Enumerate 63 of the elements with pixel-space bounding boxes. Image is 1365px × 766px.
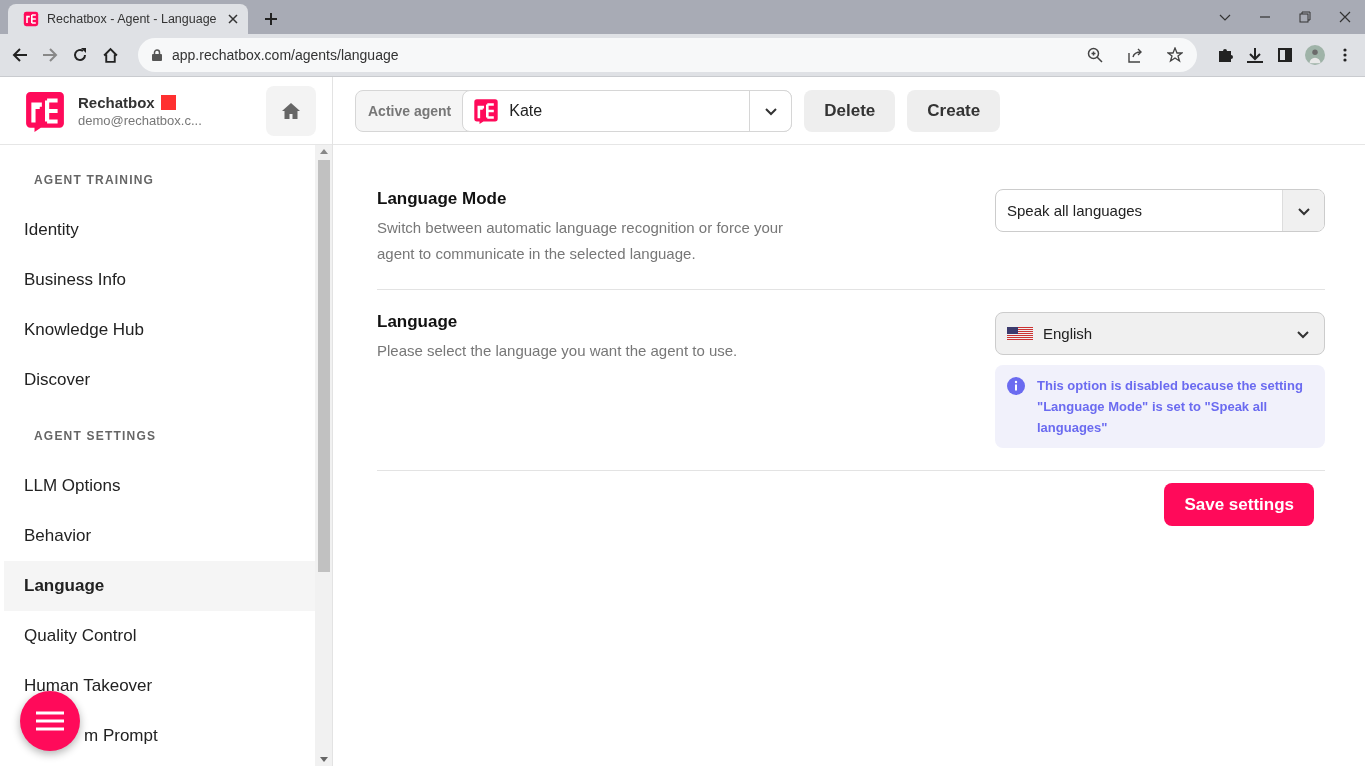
- tab-title: Rechatbox - Agent - Language: [47, 12, 218, 26]
- sidebar-item[interactable]: Behavior: [4, 511, 315, 561]
- download-icon[interactable]: [1247, 47, 1263, 63]
- avatar-icon[interactable]: [1305, 44, 1325, 66]
- logo-icon: [23, 11, 39, 27]
- setting-description: Switch between automatic language recognition or force your agent to communicate in the selected language.: [377, 218, 785, 264]
- info-icon: [1007, 377, 1025, 395]
- sidebar-item[interactable]: Knowledge Hub: [4, 305, 315, 355]
- save-button[interactable]: Save settings: [1164, 483, 1314, 526]
- sidebar-item[interactable]: Human Takeover: [4, 661, 315, 711]
- scrollbar-thumb[interactable]: [317, 160, 330, 572]
- menu-icon: [36, 711, 64, 731]
- active-agent-label: Active agent: [367, 101, 453, 121]
- scrollbar[interactable]: [315, 145, 332, 766]
- close-icon[interactable]: [228, 14, 238, 24]
- brand-name: Rechatbox: [78, 93, 155, 111]
- notice-text: This option is disabled because the setting "Language Mode" is set to "Speak all languages": [1037, 377, 1304, 437]
- star-icon[interactable]: [1167, 47, 1183, 63]
- account-email: demo@rechatbox.c...: [78, 112, 203, 128]
- back-icon[interactable]: [12, 47, 28, 63]
- agent-action-button[interactable]: Delete: [804, 89, 896, 132]
- select-value: English: [1043, 325, 1094, 342]
- close-icon[interactable]: [1339, 11, 1351, 23]
- lock-icon: [152, 49, 162, 61]
- address-bar[interactable]: app.rechatbox.com/agents/language: [138, 38, 1197, 72]
- setting-select[interactable]: Speak all languages: [995, 189, 1325, 232]
- setting-description: Please select the language you want the agent to use.: [377, 341, 739, 361]
- sidebar-item[interactable]: Quality Control: [4, 611, 315, 661]
- new-tab-icon[interactable]: [264, 12, 278, 26]
- home-icon: [282, 102, 300, 119]
- logo-icon: [473, 97, 500, 124]
- restore-icon[interactable]: [1299, 11, 1311, 23]
- scroll-down-icon[interactable]: [319, 757, 328, 762]
- side-panel-icon[interactable]: [1278, 48, 1292, 62]
- setting-title: Language Mode: [377, 189, 508, 209]
- status-square-icon: [160, 94, 176, 110]
- sidebar-item[interactable]: Identity: [4, 205, 315, 255]
- sidebar-item[interactable]: m Prompt: [4, 711, 315, 761]
- sidebar-item[interactable]: Business Info: [4, 255, 315, 305]
- section-heading: AGENT SETTINGS: [33, 428, 158, 445]
- menu-button[interactable]: [20, 691, 80, 751]
- logo-icon: [24, 89, 66, 132]
- sidebar-item[interactable]: LLM Options: [4, 461, 315, 511]
- sidebar-item[interactable]: Discover: [4, 355, 315, 405]
- select-value: Speak all languages: [1007, 202, 1144, 219]
- agent-select[interactable]: Active agent Kate: [355, 89, 793, 132]
- scroll-up-icon[interactable]: [319, 149, 328, 154]
- url-text: app.rechatbox.com/agents/language: [172, 47, 400, 63]
- home-button[interactable]: [266, 85, 316, 136]
- agent-action-button[interactable]: Create: [907, 89, 1001, 132]
- home-icon[interactable]: [101, 46, 119, 64]
- menu-icon[interactable]: [1343, 47, 1347, 63]
- section-heading: AGENT TRAINING: [33, 172, 156, 189]
- puzzle-icon[interactable]: [1217, 47, 1233, 63]
- browser-tab[interactable]: Rechatbox - Agent - Language: [8, 4, 248, 34]
- setting-title: Language: [377, 312, 459, 332]
- forward-icon[interactable]: [42, 47, 58, 63]
- us-flag-icon: [1007, 326, 1033, 341]
- sidebar-item[interactable]: Language: [4, 561, 315, 611]
- share-icon[interactable]: [1127, 47, 1143, 63]
- agent-name: Kate: [508, 101, 544, 120]
- zoom-icon[interactable]: [1087, 47, 1103, 63]
- reload-icon[interactable]: [72, 47, 88, 63]
